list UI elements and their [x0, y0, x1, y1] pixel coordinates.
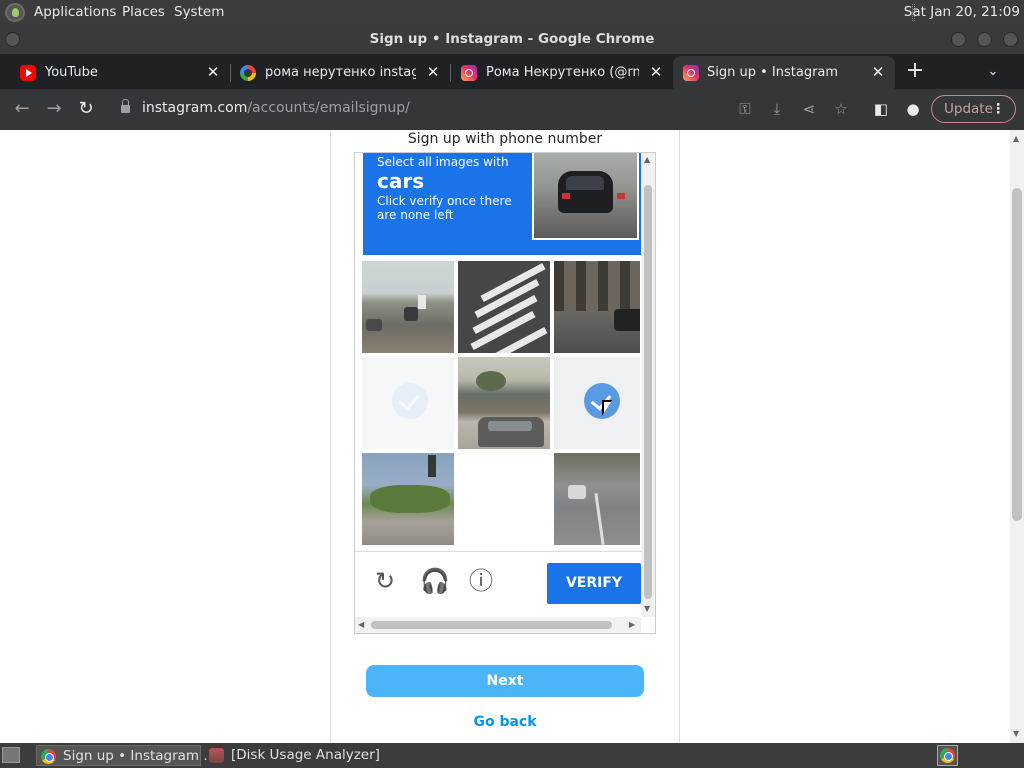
taskbar-item-label: Sign up • Instagram ... — [63, 748, 217, 764]
scroll-up-arrow-icon[interactable]: ▲ — [644, 155, 650, 164]
page-vertical-scrollbar[interactable]: ▲ ▼ — [1010, 130, 1024, 743]
captcha-target: cars — [377, 169, 425, 193]
tab-label: YouTube — [45, 65, 98, 80]
close-tab-icon[interactable]: ✕ — [647, 56, 665, 89]
tab-instagram-profile[interactable]: Рома Некрутенко (@rnekrutenko) ✕ — [461, 56, 665, 89]
scroll-up-arrow-icon[interactable]: ▲ — [1013, 134, 1019, 143]
captcha-challenge: Select all images with cars Click verify… — [354, 152, 656, 634]
scrollbar-thumb[interactable] — [644, 185, 652, 599]
scroll-right-arrow-icon[interactable]: ▶ — [629, 620, 635, 629]
address-bar[interactable]: instagram.com/accounts/emailsignup/ — [110, 94, 724, 124]
disk-usage-analyzer-icon — [209, 748, 224, 763]
menu-places[interactable]: Places — [122, 4, 165, 20]
browser-toolbar: ← → ↻ instagram.com/accounts/emailsignup… — [0, 89, 1024, 130]
captcha-tile-6[interactable] — [554, 357, 640, 449]
back-arrow-icon[interactable]: ← — [9, 97, 35, 121]
captcha-vertical-scrollbar[interactable]: ▲ ▼ — [641, 153, 655, 617]
maximize-button[interactable] — [977, 32, 992, 47]
tab-strip: YouTube ✕ рома нерутенко instagram ✕ Ром… — [0, 54, 1024, 89]
info-icon[interactable]: ⓘ — [468, 568, 494, 594]
close-tab-icon[interactable]: ✕ — [869, 56, 887, 89]
scrollbar-thumb[interactable] — [371, 621, 612, 629]
taskbar-item-chrome[interactable]: Sign up • Instagram ... — [36, 745, 216, 766]
install-app-icon[interactable]: ⤓ — [767, 99, 787, 119]
close-tab-icon[interactable]: ✕ — [204, 56, 222, 89]
taskbar-item-disk-usage-analyzer[interactable]: [Disk Usage Analyzer] — [205, 745, 405, 766]
menu-applications[interactable]: Applications — [34, 4, 116, 20]
reload-icon[interactable]: ↻ — [73, 97, 99, 121]
go-back-link[interactable]: Go back — [0, 712, 1010, 732]
instagram-icon — [683, 65, 699, 81]
key-icon[interactable]: ⚿ — [735, 99, 755, 119]
captcha-tile-3[interactable] — [554, 261, 640, 353]
scroll-left-arrow-icon[interactable]: ◀ — [358, 620, 364, 629]
update-button[interactable]: Update ⋮ — [931, 95, 1016, 123]
share-icon[interactable]: ⋖ — [799, 99, 819, 119]
window-title: Sign up • Instagram - Google Chrome — [369, 31, 655, 47]
reload-challenge-icon[interactable]: ↻ — [372, 568, 398, 594]
tab-google-search[interactable]: рома нерутенко instagram ✕ — [240, 56, 442, 89]
close-tab-icon[interactable]: ✕ — [424, 56, 442, 89]
chrome-icon — [41, 749, 56, 764]
instagram-icon — [461, 65, 477, 81]
menu-system[interactable]: System — [174, 4, 224, 20]
captcha-footer: ↻ 🎧 ⓘ VERIFY — [355, 551, 655, 613]
sample-car-image — [532, 153, 639, 240]
scrollbar-thumb[interactable] — [1012, 188, 1022, 521]
captcha-tile-1[interactable] — [362, 261, 454, 353]
tab-separator — [450, 64, 451, 82]
captcha-tile-5[interactable] — [458, 357, 550, 449]
tray-chrome-icon[interactable] — [937, 745, 958, 766]
tab-label: Рома Некрутенко (@rnekrutenko) — [486, 65, 639, 80]
show-desktop-icon[interactable] — [2, 747, 20, 763]
profile-avatar-icon[interactable]: ● — [903, 99, 923, 119]
scroll-down-arrow-icon[interactable]: ▼ — [1013, 729, 1019, 738]
update-label: Update — [944, 101, 993, 117]
tab-label: рома нерутенко instagram — [265, 65, 416, 80]
lock-icon[interactable] — [121, 99, 130, 114]
captcha-tile-9[interactable] — [554, 453, 640, 545]
window-titlebar[interactable]: Sign up • Instagram - Google Chrome — [0, 25, 1024, 54]
captcha-tile-2[interactable] — [458, 261, 550, 353]
tab-label: Sign up • Instagram — [707, 65, 839, 80]
signup-heading: Sign up with phone number — [407, 131, 603, 147]
verify-button[interactable]: VERIFY — [547, 563, 641, 604]
forward-arrow-icon[interactable]: → — [41, 97, 67, 121]
system-taskbar: Sign up • Instagram ... [Disk Usage Anal… — [0, 743, 1024, 768]
gnome-foot-icon[interactable] — [5, 3, 25, 22]
captcha-horizontal-scrollbar[interactable]: ◀ ▶ — [355, 617, 641, 633]
tab-separator — [230, 64, 231, 82]
taskbar-item-label: [Disk Usage Analyzer] — [231, 747, 380, 763]
tab-search-chevron-icon[interactable]: ⌄ — [983, 54, 1003, 89]
captcha-instruction-line1: Select all images with — [377, 155, 509, 169]
minimize-button[interactable] — [951, 32, 966, 47]
system-top-panel: Applications Places System Sat Jan 20, 2… — [0, 0, 1024, 25]
side-panel-icon[interactable]: ◧ — [871, 99, 891, 119]
kebab-menu-icon[interactable]: ⋮ — [992, 96, 1006, 122]
new-tab-button[interactable]: + — [904, 54, 926, 89]
tab-youtube[interactable]: YouTube ✕ — [20, 56, 222, 89]
url-text[interactable]: instagram.com/accounts/emailsignup/ — [142, 100, 410, 116]
mouse-pointer-icon — [602, 400, 612, 416]
scroll-down-arrow-icon[interactable]: ▼ — [644, 604, 650, 613]
clock[interactable]: Sat Jan 20, 21:09 — [904, 4, 1020, 20]
captcha-tile-4[interactable] — [362, 357, 454, 449]
audio-challenge-headphones-icon[interactable]: 🎧 — [420, 568, 450, 594]
captcha-instruction-line2: Click verify once there are none left — [377, 194, 512, 222]
close-window-button[interactable] — [1003, 32, 1018, 47]
captcha-tile-8[interactable] — [458, 453, 550, 545]
next-button[interactable]: Next — [366, 665, 644, 697]
bookmark-star-icon[interactable]: ☆ — [831, 99, 851, 119]
tab-sign-up-instagram[interactable]: Sign up • Instagram ✕ — [673, 56, 895, 89]
captcha-tile-7[interactable] — [362, 453, 454, 545]
window-menu-button[interactable] — [5, 32, 20, 47]
captcha-instruction-banner: Select all images with cars Click verify… — [363, 153, 641, 255]
youtube-icon — [20, 65, 36, 81]
google-icon — [240, 65, 256, 81]
